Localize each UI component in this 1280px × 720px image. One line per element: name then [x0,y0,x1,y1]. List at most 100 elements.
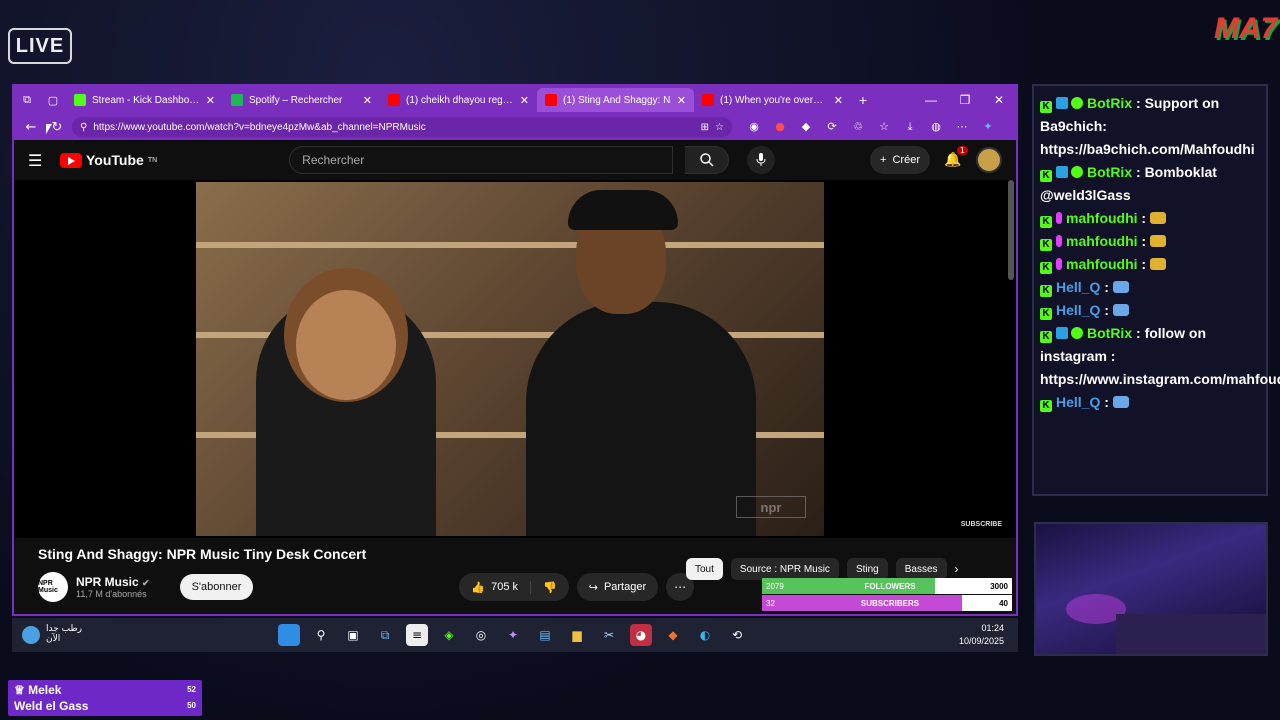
chat-message: Kmahfoudhi : [1040,253,1260,276]
menu-icon[interactable]: ☰ [28,151,48,170]
app-install-icon[interactable]: ⊞ [701,122,709,133]
more-menu-icon[interactable]: ⋯ [952,120,972,134]
close-tab-icon[interactable]: ✕ [363,94,372,107]
page-scrollbar[interactable] [1008,180,1014,280]
tab-actions-icon[interactable]: ▢ [40,94,66,107]
kick-icon: K [1040,308,1052,320]
chat-username[interactable]: mahfoudhi [1066,233,1138,249]
channel-name[interactable]: NPR Music [76,575,139,589]
app-icon[interactable]: ⟲ [726,624,748,646]
kick-icon: K [1040,262,1052,274]
chat-username[interactable]: Hell_Q [1056,302,1100,318]
goal-bar: 2079 FOLLOWERS 3000 [762,578,1012,594]
chat-username[interactable]: Hell_Q [1056,279,1100,295]
chat-message: Kmahfoudhi : [1040,230,1260,253]
weather-widget[interactable]: رطب جدا الآن [22,624,82,645]
tab-favicon-icon [545,94,557,106]
extension-icon[interactable]: ♲ [848,120,868,134]
dislike-button[interactable]: 👎 [531,581,569,594]
clock-date: 10/09/2025 [958,635,1004,646]
kick-icon: K [1040,216,1052,228]
search-icon[interactable]: ⚲ [310,624,332,646]
edge-icon[interactable]: ◐ [694,624,716,646]
like-button[interactable]: 👍 705 k [459,580,532,594]
subscribe-button[interactable]: S'abonner [179,574,254,600]
chat-username[interactable]: BotRix [1087,325,1132,341]
browser-tab[interactable]: Stream - Kick Dashboard ✕ [66,88,223,112]
copilot-icon[interactable]: ✦ [502,624,524,646]
favorite-star-icon[interactable]: ☆ [715,122,724,133]
app-icon[interactable]: ◈ [438,624,460,646]
mouse-cursor-icon [46,124,52,134]
tab-favicon-icon [388,94,400,106]
video-player[interactable]: npr SUBSCRIBE [14,180,1016,538]
clock-time: 01:24 [981,623,1004,633]
filter-chip[interactable]: Source : NPR Music [730,558,839,580]
extension-icon[interactable]: ● [770,120,790,134]
chat-username[interactable]: BotRix [1087,164,1132,180]
browser-tab[interactable]: (1) cheikh dhayou reggae - Y ✕ [380,88,537,112]
chevron-right-icon[interactable]: › [955,558,959,580]
browser-tab[interactable]: (1) Sting And Shaggy: N ✕ [537,88,694,112]
account-avatar[interactable] [976,147,1002,173]
channel-info: NPR Music ✔ 11,7 M d'abonnés [76,575,150,599]
app-icon[interactable]: ▤ [534,624,556,646]
notifications-button[interactable]: 🔔 1 [942,146,968,168]
task-view-icon[interactable]: ▣ [342,624,364,646]
create-label: Créer [892,154,920,166]
discord-icon[interactable]: ◕ [630,624,652,646]
subscriber-badge-icon [1056,212,1062,224]
verified-badge-icon [1071,166,1083,178]
filter-chip[interactable]: Sting [846,558,888,580]
search-button[interactable] [685,146,730,174]
filter-chip[interactable]: Basses [895,558,947,580]
browser-tab[interactable]: Spotify – Rechercher ✕ [223,88,380,112]
workspaces-icon[interactable]: ⧉ [14,94,40,107]
system-clock[interactable]: 01:24 10/09/2025 [959,622,1004,647]
chat-username[interactable]: mahfoudhi [1066,256,1138,272]
chat-username[interactable]: Hell_Q [1056,394,1100,410]
chat-username[interactable]: BotRix [1087,95,1132,111]
restore-button[interactable]: ❐ [948,93,982,107]
start-icon[interactable] [278,624,300,646]
taskbar-apps: ⚲ ▣ ⧉ ≡ ◈ ◎ ✦ ▤ ▆ ✂ ◕ ◆ ◐ ⟲ [278,624,748,646]
copilot-icon[interactable]: ✦ [978,120,998,134]
close-tab-icon[interactable]: ✕ [677,94,686,107]
back-button[interactable]: ← [20,120,42,135]
favorites-icon[interactable]: ☆ [874,120,894,134]
close-tab-icon[interactable]: ✕ [206,94,215,107]
extension-icon[interactable]: ⟳ [822,120,842,134]
file-explorer-icon[interactable]: ▆ [566,624,588,646]
profile-icon[interactable]: ◍ [926,120,946,134]
chat-username[interactable]: mahfoudhi [1066,210,1138,226]
widgets-icon[interactable]: ⧉ [374,624,396,646]
close-tab-icon[interactable]: ✕ [834,94,843,107]
brave-icon[interactable]: ◆ [662,624,684,646]
browser-tab[interactable]: (1) When you're overqualifie ✕ [694,88,851,112]
share-button[interactable]: ↪ Partager [576,573,659,601]
downloads-icon[interactable]: ⤓ [900,120,920,134]
app-icon[interactable]: ◎ [470,624,492,646]
new-tab-button[interactable]: + [851,92,875,108]
create-button[interactable]: + Créer [870,146,930,174]
video-frame[interactable]: npr [196,182,824,536]
url-field[interactable]: ⚲ https://www.youtube.com/watch?v=bdneye… [72,117,732,137]
search-input[interactable]: Rechercher [289,146,674,174]
chat-text: : [1137,256,1150,272]
youtube-logo[interactable]: YouTube TN [60,152,157,168]
viewer-row: Weld el Gass 50 [14,698,196,714]
subscribe-watermark[interactable]: SUBSCRIBE [961,521,1002,528]
extension-icon[interactable]: ◆ [796,120,816,134]
extension-icon[interactable]: ◉ [744,120,764,134]
close-tab-icon[interactable]: ✕ [520,94,529,107]
search-icon [699,153,714,167]
app-icon[interactable]: ≡ [406,624,428,646]
close-window-button[interactable]: ✕ [982,93,1016,107]
voice-search-button[interactable] [747,146,776,174]
app-icon[interactable]: ✂ [598,624,620,646]
minimize-button[interactable]: — [914,93,948,107]
site-info-icon[interactable]: ⚲ [80,122,87,133]
emote-icon [1150,235,1166,247]
filter-chip[interactable]: Tout [686,558,723,580]
channel-avatar[interactable]: NPR Music [38,572,68,602]
